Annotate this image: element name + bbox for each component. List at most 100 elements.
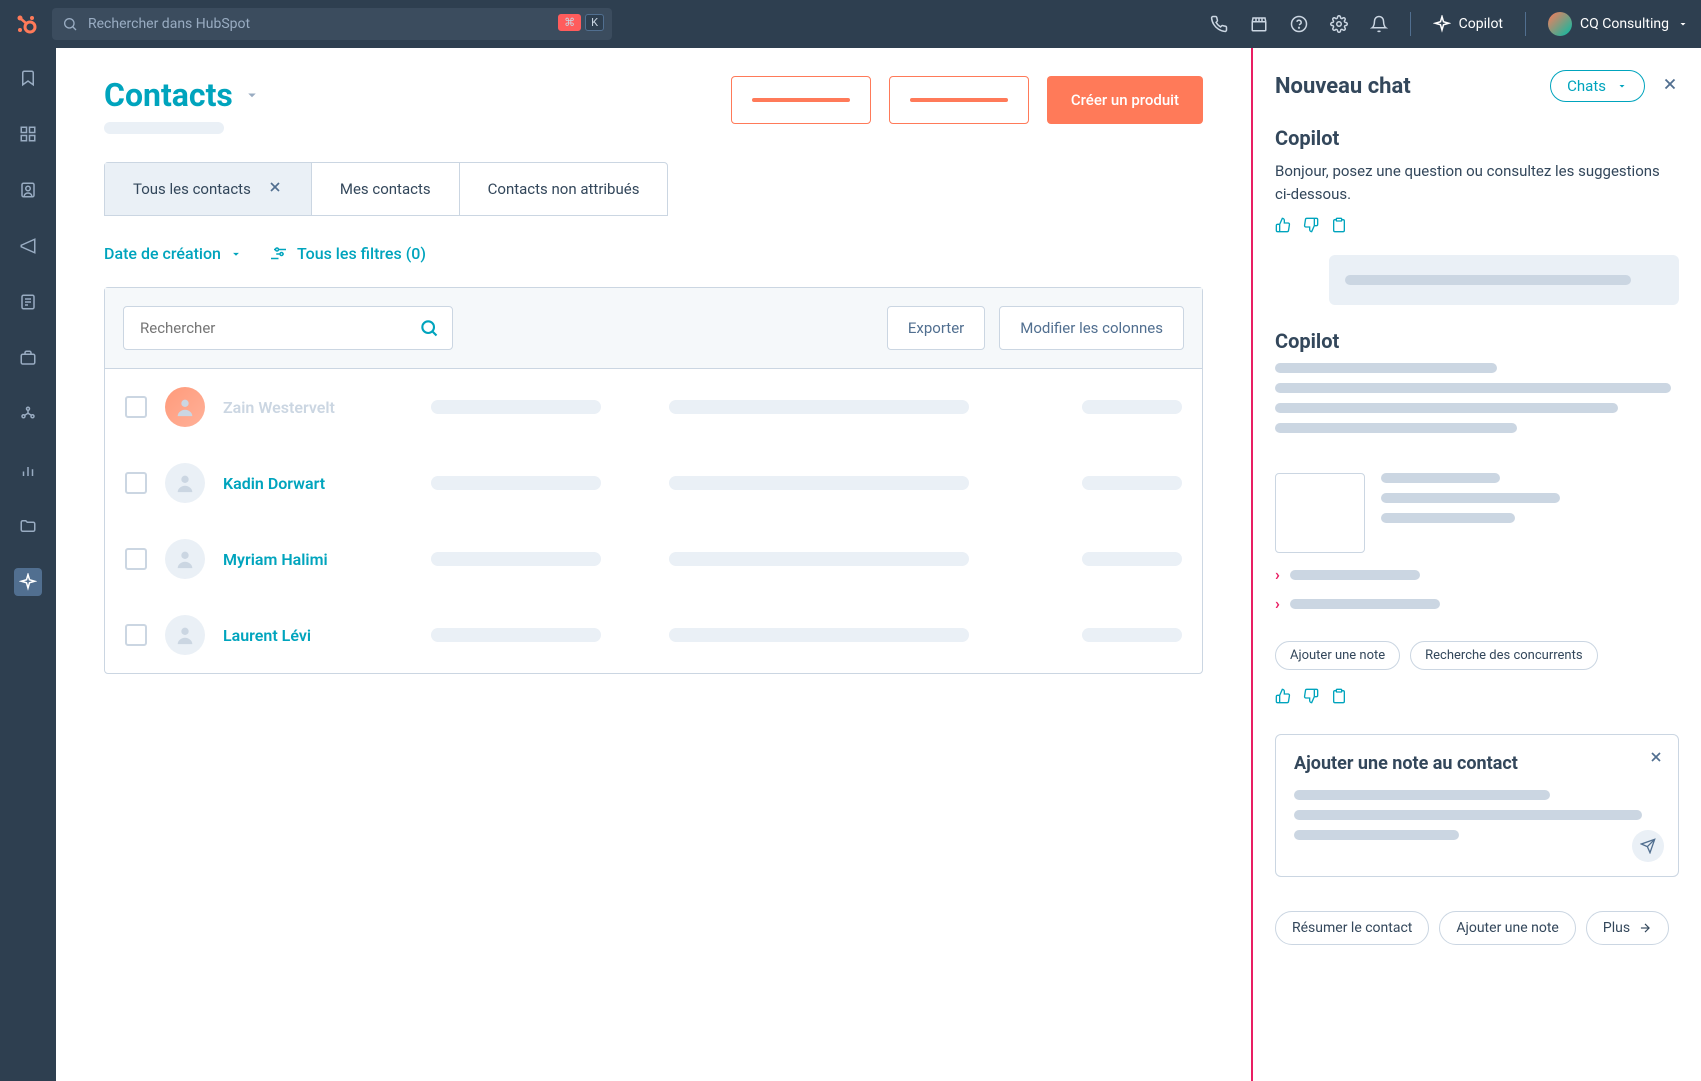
contact-card-preview [1275, 473, 1679, 553]
k-key: K [585, 14, 604, 31]
divider [1410, 12, 1411, 36]
row-checkbox[interactable] [125, 396, 147, 418]
main-content: Contacts Créer un produit Tous les conta… [56, 48, 1251, 1081]
tab-close-icon[interactable] [267, 179, 283, 199]
chevron-down-icon [1677, 18, 1689, 30]
sidebar-contacts[interactable] [14, 176, 42, 204]
sidebar-reports[interactable] [14, 456, 42, 484]
cell-skeleton [431, 476, 601, 490]
account-name: CQ Consulting [1580, 16, 1669, 32]
view-tabs: Tous les contactsMes contactsContacts no… [104, 162, 668, 216]
add-note-card: Ajouter une note au contact [1275, 734, 1679, 877]
cell-skeleton [431, 552, 601, 566]
chevron-right-icon: › [1275, 594, 1280, 613]
subtitle-skeleton [104, 122, 224, 134]
phone-icon[interactable] [1210, 15, 1228, 33]
page-title: Contacts [104, 76, 233, 114]
cell-skeleton [1082, 476, 1182, 490]
table-row: Myriam Halimi [105, 521, 1202, 597]
contact-avatar [165, 387, 205, 427]
copilot-panel-title: Nouveau chat [1275, 74, 1550, 99]
edit-columns-button[interactable]: Modifier les colonnes [999, 306, 1184, 350]
header-action-2[interactable] [889, 76, 1029, 124]
account-menu[interactable]: CQ Consulting [1548, 12, 1689, 36]
help-icon[interactable] [1290, 15, 1308, 33]
cell-skeleton [431, 628, 601, 642]
close-panel-icon[interactable] [1661, 75, 1679, 97]
settings-icon[interactable] [1330, 15, 1348, 33]
close-note-icon[interactable] [1648, 749, 1664, 769]
send-button[interactable] [1632, 830, 1664, 862]
more-actions-pill[interactable]: Plus [1586, 911, 1669, 945]
global-search-input[interactable] [52, 8, 612, 40]
link-item[interactable]: › [1275, 565, 1679, 584]
thumbs-down-icon[interactable] [1303, 688, 1319, 708]
clipboard-icon[interactable] [1331, 217, 1347, 237]
search-icon[interactable] [419, 318, 439, 342]
competitor-research-pill[interactable]: Recherche des concurrents [1410, 641, 1597, 670]
row-checkbox[interactable] [125, 624, 147, 646]
tab-2[interactable]: Contacts non attribués [460, 163, 668, 215]
marketplace-icon[interactable] [1250, 15, 1268, 33]
copilot-section-2: Copilot [1275, 329, 1679, 353]
sidebar-files[interactable] [14, 512, 42, 540]
contact-avatar [165, 539, 205, 579]
notifications-icon[interactable] [1370, 15, 1388, 33]
cell-skeleton [669, 552, 969, 566]
contact-name-link[interactable]: Zain Westervelt [223, 398, 403, 417]
add-note-bottom-pill[interactable]: Ajouter une note [1439, 911, 1575, 945]
tab-0[interactable]: Tous les contacts [105, 163, 312, 215]
sidebar-marketing[interactable] [14, 232, 42, 260]
copilot-panel: Nouveau chat Chats Copilot Bonjour, pose… [1251, 48, 1701, 1081]
contact-name-link[interactable]: Laurent Lévi [223, 626, 403, 645]
topbar: ⌘ K Copilot CQ Consulting [0, 0, 1701, 48]
cell-skeleton [1082, 552, 1182, 566]
hubspot-logo[interactable] [12, 10, 40, 38]
chevron-down-icon [243, 86, 261, 104]
all-filters[interactable]: Tous les filtres (0) [271, 244, 426, 263]
date-filter[interactable]: Date de création [104, 244, 243, 263]
sidebar-commerce[interactable] [14, 344, 42, 372]
chevron-down-icon [1616, 80, 1628, 92]
thumbs-up-icon[interactable] [1275, 217, 1291, 237]
chats-dropdown[interactable]: Chats [1550, 70, 1645, 102]
row-checkbox[interactable] [125, 548, 147, 570]
cell-skeleton [431, 400, 601, 414]
sidebar-content[interactable] [14, 288, 42, 316]
summarize-contact-pill[interactable]: Résumer le contact [1275, 911, 1429, 945]
tab-1[interactable]: Mes contacts [312, 163, 460, 215]
sidebar-automation[interactable] [14, 400, 42, 428]
cell-skeleton [669, 628, 969, 642]
table-row: Laurent Lévi [105, 597, 1202, 673]
create-product-button[interactable]: Créer un produit [1047, 76, 1203, 124]
sidebar-copilot[interactable] [14, 568, 42, 596]
header-action-1[interactable] [731, 76, 871, 124]
sidebar-bookmark[interactable] [14, 64, 42, 92]
contact-avatar [165, 615, 205, 655]
thumbs-down-icon[interactable] [1303, 217, 1319, 237]
sidebar-dashboard[interactable] [14, 120, 42, 148]
link-list: › › [1275, 565, 1679, 623]
row-checkbox[interactable] [125, 472, 147, 494]
note-input-skeleton[interactable] [1294, 790, 1660, 840]
sparkle-icon [1433, 15, 1451, 33]
filter-icon [271, 245, 289, 263]
avatar-icon [1548, 12, 1572, 36]
contact-name-link[interactable]: Myriam Halimi [223, 550, 403, 569]
export-button[interactable]: Exporter [887, 306, 985, 350]
left-sidebar [0, 48, 56, 1081]
chevron-down-icon [229, 247, 243, 261]
table-search-input[interactable] [123, 306, 453, 350]
link-item[interactable]: › [1275, 594, 1679, 613]
add-note-pill[interactable]: Ajouter une note [1275, 641, 1400, 670]
cmd-key-icon: ⌘ [558, 14, 581, 31]
copilot-label: Copilot [1459, 16, 1503, 32]
copilot-nav-button[interactable]: Copilot [1433, 15, 1503, 33]
thumbs-up-icon[interactable] [1275, 688, 1291, 708]
copilot-greeting: Bonjour, posez une question ou consultez… [1275, 160, 1679, 205]
page-title-dropdown[interactable]: Contacts [104, 76, 261, 114]
search-shortcut: ⌘ K [558, 14, 604, 31]
cell-skeleton [669, 476, 969, 490]
contact-name-link[interactable]: Kadin Dorwart [223, 474, 403, 493]
clipboard-icon[interactable] [1331, 688, 1347, 708]
